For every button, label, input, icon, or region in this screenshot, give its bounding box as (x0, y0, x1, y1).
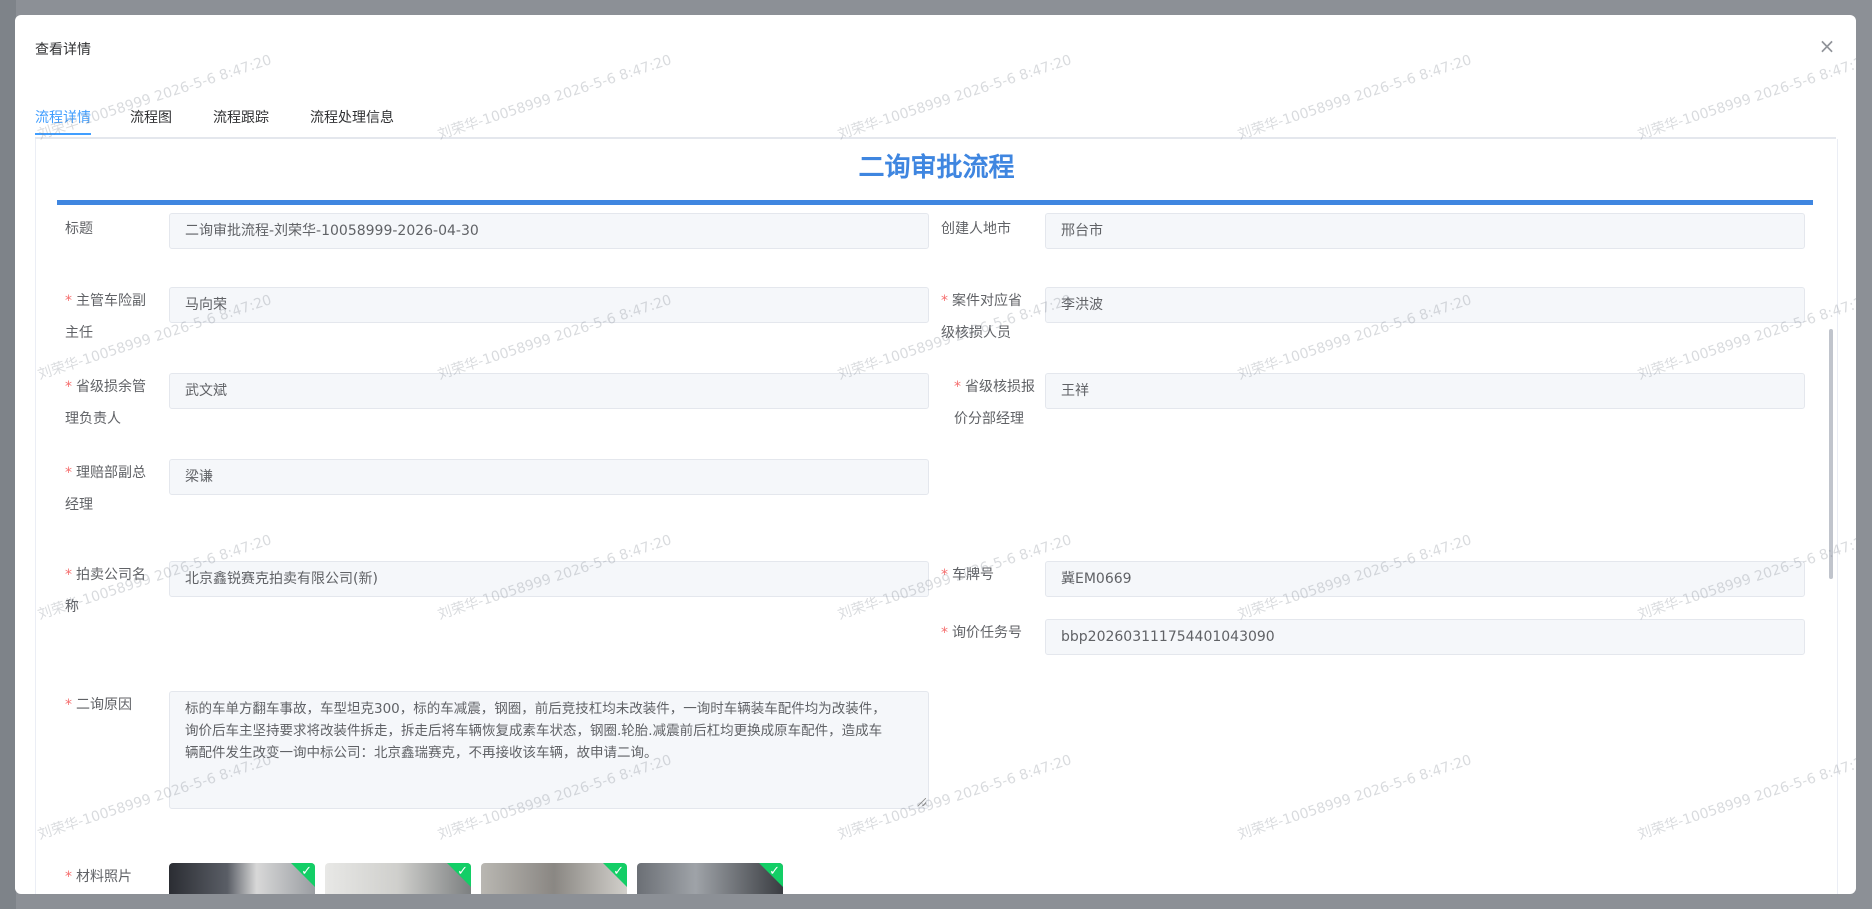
quote-manager-label: * 省级核损报 价分部经理 (954, 379, 1035, 427)
plate-number-label: * 车牌号 (941, 567, 994, 583)
reason-label: * 二询原因 (65, 697, 132, 713)
reason-textarea[interactable]: 标的车单方翻车事故，车型坦克300，标的车减震，钢圈，前后竞技杠均未改装件，一询… (169, 691, 929, 809)
auction-company-field[interactable]: 北京鑫锐赛克拍卖有限公司(新) (169, 561, 929, 597)
title-label: 标题 (65, 221, 93, 237)
quote-manager-field[interactable]: 王祥 (1045, 373, 1805, 409)
tab-bar: 流程详情 流程图 流程跟踪 流程处理信息 (35, 95, 1836, 139)
dialog-title: 查看详情 (35, 42, 91, 58)
details-dialog: 查看详情 × 流程详情 流程图 流程跟踪 流程处理信息 二询审批流程 标题 二询… (15, 15, 1856, 894)
salvage-manager-label: * 省级损余管 理负责人 (65, 379, 146, 427)
photos-label: * 材料照片 (65, 869, 132, 885)
creator-city-label: 创建人地市 (941, 221, 1011, 237)
plate-number-field[interactable]: 冀EM0669 (1045, 561, 1805, 597)
form-panel[interactable]: 二询审批流程 标题 二询审批流程-刘荣华-10058999-2026-04-30… (35, 139, 1838, 894)
resize-handle-icon[interactable] (918, 798, 926, 806)
claims-deputy-label: * 理赔部副总 经理 (65, 465, 146, 513)
auction-company-label: * 拍卖公司名称 (65, 567, 146, 615)
heading-divider (57, 200, 1813, 205)
inquiry-task-label: * 询价任务号 (941, 625, 1022, 641)
active-tab-indicator (35, 133, 91, 135)
reason-line-3: 辆配件发生改变一询中标公司：北京鑫瑞赛克，不再接收该车辆，故申请二询。 (185, 745, 658, 761)
check-icon: ✓ (603, 863, 627, 887)
provincial-adjuster-field[interactable]: 李洪波 (1045, 287, 1805, 323)
photo-thumbnail[interactable]: ✓ (481, 863, 627, 894)
creator-city-field[interactable]: 邢台市 (1045, 213, 1805, 249)
close-icon[interactable]: × (1816, 35, 1838, 57)
page-backdrop (0, 0, 16, 909)
deputy-director-field[interactable]: 马向荣 (169, 287, 929, 323)
salvage-manager-field[interactable]: 武文斌 (169, 373, 929, 409)
reason-line-1: 标的车单方翻车事故，车型坦克300，标的车减震，钢圈，前后竞技杠均未改装件，一询… (185, 701, 886, 717)
tab-processing-info[interactable]: 流程处理信息 (310, 107, 394, 127)
check-icon: ✓ (447, 863, 471, 887)
tab-flowchart[interactable]: 流程图 (130, 107, 172, 127)
deputy-director-label: * 主管车险副 主任 (65, 293, 146, 341)
scrollbar[interactable] (1829, 329, 1833, 579)
photo-thumbnail[interactable]: ✓ (325, 863, 471, 894)
tab-process-tracking[interactable]: 流程跟踪 (213, 107, 269, 127)
check-icon: ✓ (759, 863, 783, 887)
tab-process-details[interactable]: 流程详情 (35, 107, 91, 127)
provincial-adjuster-label: * 案件对应省 级核损人员 (941, 293, 1022, 341)
photo-thumbnail[interactable]: ✓ (637, 863, 783, 894)
check-icon: ✓ (291, 863, 315, 887)
form-heading: 二询审批流程 (858, 153, 1015, 183)
title-field[interactable]: 二询审批流程-刘荣华-10058999-2026-04-30 (169, 213, 929, 249)
reason-line-2: 询价后车主坚持要求将改装件拆走，拆走后将车辆恢复成素车状态，钢圈.轮胎.减震前后… (185, 723, 883, 739)
photo-thumbnail[interactable]: ✓ (169, 863, 315, 894)
inquiry-task-field[interactable]: bbp202603111754401043090 (1045, 619, 1805, 655)
claims-deputy-field[interactable]: 梁谦 (169, 459, 929, 495)
